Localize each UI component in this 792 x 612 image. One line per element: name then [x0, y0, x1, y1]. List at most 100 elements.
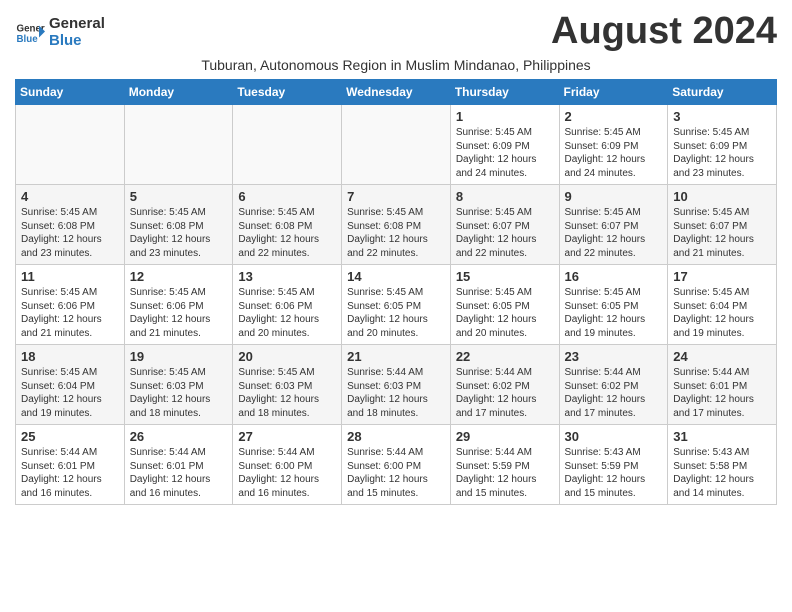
- calendar-cell: 20 Sunrise: 5:45 AM Sunset: 6:03 PM Dayli…: [233, 345, 342, 425]
- day-info: Sunrise: 5:45 AM Sunset: 6:06 PM Dayligh…: [21, 286, 119, 340]
- header: General Blue General Blue August 2024: [15, 10, 777, 53]
- calendar-cell: 14 Sunrise: 5:45 AM Sunset: 6:05 PM Dayli…: [342, 265, 451, 345]
- calendar-cell: 6 Sunrise: 5:45 AM Sunset: 6:08 PM Daylig…: [233, 185, 342, 265]
- day-info: Sunrise: 5:44 AM Sunset: 6:01 PM Dayligh…: [21, 446, 119, 500]
- day-info: Sunrise: 5:45 AM Sunset: 6:06 PM Dayligh…: [238, 286, 336, 340]
- day-info: Sunrise: 5:44 AM Sunset: 6:00 PM Dayligh…: [238, 446, 336, 500]
- day-info: Sunrise: 5:45 AM Sunset: 6:08 PM Dayligh…: [238, 206, 336, 260]
- calendar-cell: 25 Sunrise: 5:44 AM Sunset: 6:01 PM Dayli…: [16, 425, 125, 505]
- day-number: 9: [565, 189, 663, 204]
- day-number: 10: [673, 189, 771, 204]
- day-info: Sunrise: 5:43 AM Sunset: 5:59 PM Dayligh…: [565, 446, 663, 500]
- day-number: 26: [130, 429, 228, 444]
- day-info: Sunrise: 5:45 AM Sunset: 6:03 PM Dayligh…: [130, 366, 228, 420]
- day-info: Sunrise: 5:45 AM Sunset: 6:05 PM Dayligh…: [565, 286, 663, 340]
- day-info: Sunrise: 5:44 AM Sunset: 5:59 PM Dayligh…: [456, 446, 554, 500]
- logo-icon: General Blue: [15, 18, 45, 48]
- day-info: Sunrise: 5:44 AM Sunset: 6:03 PM Dayligh…: [347, 366, 445, 420]
- day-number: 5: [130, 189, 228, 204]
- weekday-saturday: Saturday: [668, 80, 777, 105]
- calendar-row-1: 1 Sunrise: 5:45 AM Sunset: 6:09 PM Daylig…: [16, 105, 777, 185]
- day-info: Sunrise: 5:43 AM Sunset: 5:58 PM Dayligh…: [673, 446, 771, 500]
- calendar-cell: 17Sunrise: 5:45 AM Sunset: 6:04 PM Dayli…: [668, 265, 777, 345]
- calendar-row-4: 18Sunrise: 5:45 AM Sunset: 6:04 PM Dayli…: [16, 345, 777, 425]
- calendar-cell: 29 Sunrise: 5:44 AM Sunset: 5:59 PM Dayli…: [450, 425, 559, 505]
- day-number: 11: [21, 269, 119, 284]
- day-number: 19: [130, 349, 228, 364]
- day-number: 6: [238, 189, 336, 204]
- day-info: Sunrise: 5:45 AM Sunset: 6:05 PM Dayligh…: [347, 286, 445, 340]
- day-info: Sunrise: 5:45 AM Sunset: 6:09 PM Dayligh…: [673, 126, 771, 180]
- day-number: 20: [238, 349, 336, 364]
- day-number: 7: [347, 189, 445, 204]
- calendar: SundayMondayTuesdayWednesdayThursdayFrid…: [15, 79, 777, 505]
- day-info: Sunrise: 5:44 AM Sunset: 6:00 PM Dayligh…: [347, 446, 445, 500]
- calendar-cell: 27 Sunrise: 5:44 AM Sunset: 6:00 PM Dayli…: [233, 425, 342, 505]
- day-number: 30: [565, 429, 663, 444]
- calendar-row-5: 25 Sunrise: 5:44 AM Sunset: 6:01 PM Dayli…: [16, 425, 777, 505]
- calendar-cell: [16, 105, 125, 185]
- day-number: 21: [347, 349, 445, 364]
- calendar-cell: 8 Sunrise: 5:45 AM Sunset: 6:07 PM Daylig…: [450, 185, 559, 265]
- subtitle: Tuburan, Autonomous Region in Muslim Min…: [15, 57, 777, 73]
- calendar-row-3: 11 Sunrise: 5:45 AM Sunset: 6:06 PM Dayli…: [16, 265, 777, 345]
- weekday-thursday: Thursday: [450, 80, 559, 105]
- calendar-cell: 13Sunrise: 5:45 AM Sunset: 6:06 PM Dayli…: [233, 265, 342, 345]
- day-number: 1: [456, 109, 554, 124]
- day-info: Sunrise: 5:45 AM Sunset: 6:07 PM Dayligh…: [456, 206, 554, 260]
- day-number: 22: [456, 349, 554, 364]
- day-info: Sunrise: 5:45 AM Sunset: 6:05 PM Dayligh…: [456, 286, 554, 340]
- day-number: 25: [21, 429, 119, 444]
- calendar-cell: 22Sunrise: 5:44 AM Sunset: 6:02 PM Dayli…: [450, 345, 559, 425]
- day-info: Sunrise: 5:45 AM Sunset: 6:04 PM Dayligh…: [21, 366, 119, 420]
- day-info: Sunrise: 5:45 AM Sunset: 6:08 PM Dayligh…: [347, 206, 445, 260]
- day-number: 29: [456, 429, 554, 444]
- day-info: Sunrise: 5:45 AM Sunset: 6:06 PM Dayligh…: [130, 286, 228, 340]
- day-number: 17: [673, 269, 771, 284]
- calendar-cell: 28Sunrise: 5:44 AM Sunset: 6:00 PM Dayli…: [342, 425, 451, 505]
- calendar-cell: 26Sunrise: 5:44 AM Sunset: 6:01 PM Dayli…: [124, 425, 233, 505]
- weekday-friday: Friday: [559, 80, 668, 105]
- calendar-cell: 10Sunrise: 5:45 AM Sunset: 6:07 PM Dayli…: [668, 185, 777, 265]
- calendar-cell: 9 Sunrise: 5:45 AM Sunset: 6:07 PM Daylig…: [559, 185, 668, 265]
- weekday-monday: Monday: [124, 80, 233, 105]
- calendar-cell: 24Sunrise: 5:44 AM Sunset: 6:01 PM Dayli…: [668, 345, 777, 425]
- calendar-cell: 5 Sunrise: 5:45 AM Sunset: 6:08 PM Daylig…: [124, 185, 233, 265]
- logo: General Blue General Blue: [15, 16, 105, 49]
- day-info: Sunrise: 5:45 AM Sunset: 6:07 PM Dayligh…: [565, 206, 663, 260]
- weekday-header-row: SundayMondayTuesdayWednesdayThursdayFrid…: [16, 80, 777, 105]
- day-info: Sunrise: 5:45 AM Sunset: 6:08 PM Dayligh…: [21, 206, 119, 260]
- calendar-cell: 21 Sunrise: 5:44 AM Sunset: 6:03 PM Dayli…: [342, 345, 451, 425]
- weekday-sunday: Sunday: [16, 80, 125, 105]
- logo-text: General Blue: [49, 16, 105, 49]
- day-number: 3: [673, 109, 771, 124]
- calendar-cell: [233, 105, 342, 185]
- calendar-cell: 11 Sunrise: 5:45 AM Sunset: 6:06 PM Dayli…: [16, 265, 125, 345]
- calendar-cell: 30 Sunrise: 5:43 AM Sunset: 5:59 PM Dayli…: [559, 425, 668, 505]
- month-title: August 2024: [551, 10, 777, 53]
- day-info: Sunrise: 5:45 AM Sunset: 6:09 PM Dayligh…: [456, 126, 554, 180]
- day-info: Sunrise: 5:45 AM Sunset: 6:08 PM Dayligh…: [130, 206, 228, 260]
- day-info: Sunrise: 5:45 AM Sunset: 6:09 PM Dayligh…: [565, 126, 663, 180]
- weekday-tuesday: Tuesday: [233, 80, 342, 105]
- weekday-wednesday: Wednesday: [342, 80, 451, 105]
- calendar-cell: [342, 105, 451, 185]
- day-number: 12: [130, 269, 228, 284]
- calendar-cell: 12 Sunrise: 5:45 AM Sunset: 6:06 PM Dayli…: [124, 265, 233, 345]
- day-number: 16: [565, 269, 663, 284]
- calendar-body: 1 Sunrise: 5:45 AM Sunset: 6:09 PM Daylig…: [16, 105, 777, 505]
- logo-blue-text: Blue: [49, 33, 105, 50]
- day-number: 4: [21, 189, 119, 204]
- logo-general-text: General: [49, 16, 105, 33]
- svg-text:Blue: Blue: [17, 34, 39, 45]
- calendar-cell: 2Sunrise: 5:45 AM Sunset: 6:09 PM Daylig…: [559, 105, 668, 185]
- day-number: 14: [347, 269, 445, 284]
- calendar-cell: 31 Sunrise: 5:43 AM Sunset: 5:58 PM Dayli…: [668, 425, 777, 505]
- day-number: 8: [456, 189, 554, 204]
- day-number: 27: [238, 429, 336, 444]
- calendar-cell: 23Sunrise: 5:44 AM Sunset: 6:02 PM Dayli…: [559, 345, 668, 425]
- day-number: 31: [673, 429, 771, 444]
- calendar-cell: 16 Sunrise: 5:45 AM Sunset: 6:05 PM Dayli…: [559, 265, 668, 345]
- calendar-cell: 18Sunrise: 5:45 AM Sunset: 6:04 PM Dayli…: [16, 345, 125, 425]
- day-info: Sunrise: 5:45 AM Sunset: 6:03 PM Dayligh…: [238, 366, 336, 420]
